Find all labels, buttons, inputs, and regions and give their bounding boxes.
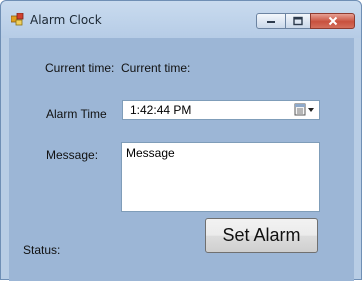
message-textbox[interactable]: Message: [121, 142, 320, 212]
current-time-label: Current time:: [45, 61, 115, 75]
set-alarm-button[interactable]: Set Alarm: [205, 218, 318, 253]
alarm-clock-window: Alarm Clock Current time: Current time: …: [0, 0, 362, 281]
title-bar[interactable]: Alarm Clock: [1, 1, 361, 38]
window-title: Alarm Clock: [30, 13, 102, 27]
form-client-area: Current time: Current time: Alarm Time 1…: [9, 38, 354, 281]
app-icon: [11, 13, 24, 26]
maximize-icon: [293, 16, 303, 26]
close-button[interactable]: [310, 13, 355, 29]
message-label: Message:: [46, 148, 99, 162]
caption-buttons: [256, 13, 355, 29]
minimize-icon: [267, 21, 275, 23]
status-label: Status:: [23, 243, 61, 257]
calendar-dropdown-icon[interactable]: [294, 103, 316, 117]
maximize-button[interactable]: [285, 13, 311, 29]
minimize-button[interactable]: [256, 13, 286, 29]
alarm-time-label: Alarm Time: [46, 107, 107, 121]
close-icon: [328, 16, 337, 26]
current-time-value: Current time:: [121, 61, 191, 75]
alarm-time-value[interactable]: 1:42:44 PM: [130, 103, 191, 117]
alarm-time-picker[interactable]: 1:42:44 PM: [122, 100, 320, 120]
